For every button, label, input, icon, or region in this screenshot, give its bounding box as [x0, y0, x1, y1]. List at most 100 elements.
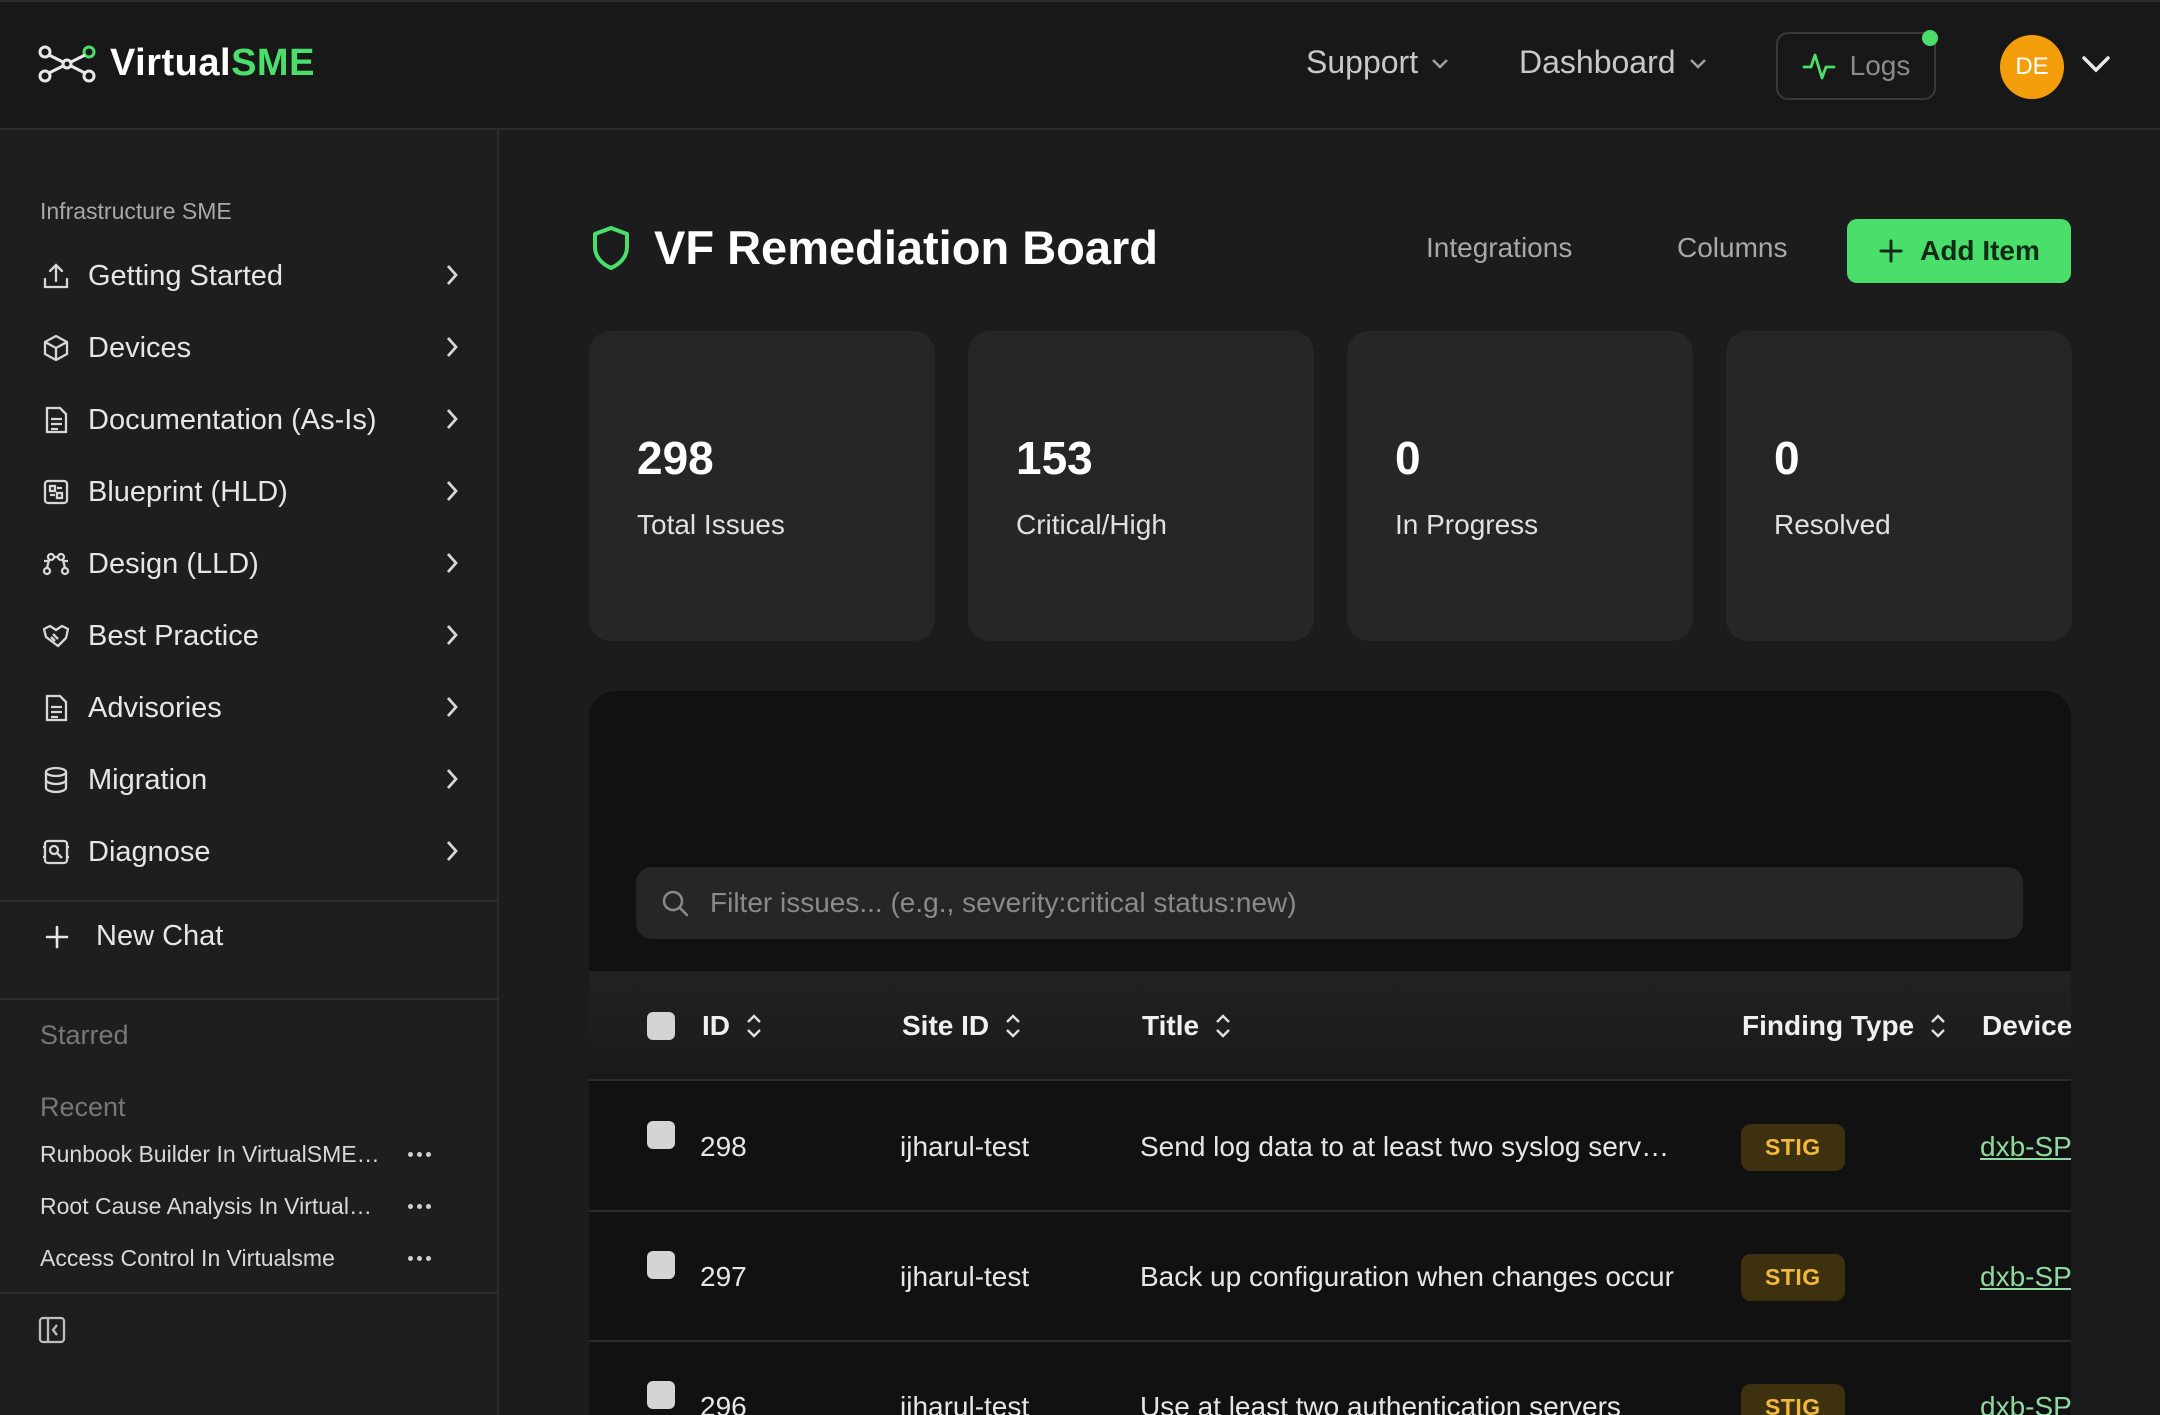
sort-icon — [747, 1014, 761, 1038]
stat-value: 0 — [1395, 432, 1421, 484]
new-chat-button[interactable]: New Chat — [44, 920, 223, 953]
columns-button[interactable]: Columns — [1677, 232, 1787, 264]
sort-icon — [1931, 1014, 1945, 1038]
sidebar-item-label: Documentation (As-Is) — [88, 403, 377, 436]
avatar[interactable]: DE — [2000, 35, 2064, 99]
recent-chat-title: Runbook Builder In VirtualSME Platform — [40, 1140, 380, 1167]
network-icon — [40, 548, 72, 580]
add-item-button[interactable]: Add Item — [1847, 219, 2071, 283]
recent-chat-item[interactable]: Runbook Builder In VirtualSME Platform — [40, 1134, 440, 1174]
column-header-site-id[interactable]: Site ID — [902, 971, 1023, 1081]
notification-dot — [1922, 30, 1938, 46]
column-label: Title — [1142, 1010, 1200, 1041]
recent-chat-title: Root Cause Analysis In VirtualSME — [40, 1192, 380, 1219]
plus-icon — [45, 925, 69, 948]
integrations-button[interactable]: Integrations — [1426, 232, 1572, 264]
support-menu[interactable]: Support — [1306, 44, 1450, 81]
search-placeholder: Filter issues... (e.g., severity:critica… — [710, 887, 1297, 918]
sort-icon — [1216, 1014, 1230, 1038]
page-header: VF Remediation Board — [590, 220, 1158, 275]
shield-icon — [593, 225, 629, 270]
page-title: VF Remediation Board — [654, 221, 1159, 274]
sidebar-item-getting-started[interactable]: Getting Started — [40, 248, 460, 304]
table-row[interactable]: 297 ijharul-test Back up configuration w… — [589, 1212, 2071, 1342]
cell-title-text: Back up configuration when changes occur — [1140, 1261, 1674, 1292]
chevron-down-icon — [1689, 58, 1706, 69]
plus-icon — [1879, 239, 1903, 263]
stat-label: In Progress — [1395, 509, 1539, 540]
diagnose-icon — [40, 836, 72, 868]
logs-button[interactable]: Logs — [1776, 30, 1938, 100]
search-input[interactable]: Filter issues... (e.g., severity:critica… — [636, 867, 2023, 939]
chevron-down-icon[interactable] — [2080, 52, 2112, 76]
dashboard-menu[interactable]: Dashboard — [1519, 44, 1708, 81]
search-icon — [662, 890, 689, 917]
column-header-id[interactable]: ID — [702, 971, 764, 1081]
add-item-label: Add Item — [1920, 235, 2040, 266]
more-options-icon[interactable] — [408, 1204, 431, 1209]
sidebar-item-best-practice[interactable]: Best Practice — [40, 608, 460, 664]
sidebar-item-design[interactable]: Design (LLD) — [40, 536, 460, 592]
sidebar-item-blueprint[interactable]: Blueprint (HLD) — [40, 464, 460, 520]
device-link[interactable]: dxb-SPI — [1980, 1131, 2071, 1163]
box-icon — [40, 332, 72, 364]
sidebar-item-devices[interactable]: Devices — [40, 320, 460, 376]
sidebar-item-label: Migration — [88, 763, 208, 796]
table-header: ID Site ID Title Finding Type Device — [589, 971, 2071, 1081]
table-row[interactable]: 296 ijharul-test Use at least two authen… — [589, 1342, 2071, 1415]
chevron-right-icon — [446, 553, 458, 573]
cell-id: 296 — [700, 1391, 747, 1415]
sidebar-item-label: Design (LLD) — [88, 547, 259, 580]
table-row[interactable]: 298 ijharul-test Send log data to at lea… — [589, 1082, 2071, 1212]
chevron-right-icon — [446, 769, 458, 789]
sidebar-item-documentation[interactable]: Documentation (As-Is) — [40, 392, 460, 448]
chevron-right-icon — [446, 697, 458, 717]
more-options-icon[interactable] — [408, 1256, 431, 1261]
row-checkbox[interactable] — [647, 1121, 675, 1149]
stat-card-critical-high: 153 Critical/High — [968, 331, 1314, 641]
logs-label: Logs — [1849, 50, 1911, 81]
sidebar-divider — [0, 900, 499, 902]
section-label: Infrastructure SME — [40, 198, 232, 224]
recent-chat-item[interactable]: Access Control In Virtualsme — [40, 1238, 440, 1278]
chevron-right-icon — [446, 625, 458, 645]
column-label: Finding Type — [1742, 1010, 1915, 1041]
sidebar-item-label: Diagnose — [88, 835, 211, 868]
cell-finding-type: STIG — [1741, 1212, 1845, 1342]
stat-card-resolved: 0 Resolved — [1726, 331, 2072, 641]
sidebar-item-label: Best Practice — [88, 619, 259, 652]
logo[interactable]: VirtualSME — [38, 42, 315, 85]
sidebar-item-label: Devices — [88, 331, 192, 364]
sidebar-divider — [0, 1292, 499, 1294]
recent-heading: Recent — [40, 1092, 126, 1122]
device-link[interactable]: dxb-SPI — [1980, 1391, 2071, 1415]
column-header-title[interactable]: Title — [1142, 971, 1233, 1081]
more-options-icon[interactable] — [408, 1152, 431, 1157]
cell-device: dxb-SPI — [1980, 1212, 2071, 1342]
row-checkbox[interactable] — [647, 1381, 675, 1409]
collapse-sidebar-icon[interactable] — [38, 1315, 66, 1345]
sidebar-item-advisories[interactable]: Advisories — [40, 680, 460, 736]
column-label: ID — [702, 1010, 730, 1041]
cell-device: dxb-SPI — [1980, 1082, 2071, 1212]
stat-card-total-issues: 298 Total Issues — [589, 331, 935, 641]
device-link[interactable]: dxb-SPI — [1980, 1261, 2071, 1293]
stat-label: Resolved — [1774, 509, 1891, 540]
blueprint-icon — [40, 476, 72, 508]
sidebar: Infrastructure SME Getting Started Devic… — [0, 130, 499, 1415]
select-all-checkbox[interactable] — [647, 1012, 675, 1040]
sidebar-item-migration[interactable]: Migration — [40, 752, 460, 808]
cell-title: Use at least two authentication servers — [1140, 1342, 1680, 1415]
finding-type-badge: STIG — [1741, 1123, 1845, 1171]
column-label: Device — [1982, 1010, 2071, 1041]
row-checkbox[interactable] — [647, 1251, 675, 1279]
column-header-device[interactable]: Device — [1982, 971, 2071, 1081]
issues-table-panel: Filter issues... (e.g., severity:critica… — [589, 691, 2071, 1415]
recent-chat-item[interactable]: Root Cause Analysis In VirtualSME — [40, 1186, 440, 1226]
column-header-finding-type[interactable]: Finding Type — [1742, 971, 1948, 1081]
chevron-right-icon — [446, 337, 458, 357]
sidebar-item-diagnose[interactable]: Diagnose — [40, 824, 460, 880]
activity-icon — [1802, 53, 1836, 80]
starred-heading: Starred — [40, 1020, 129, 1050]
stat-label: Critical/High — [1016, 509, 1167, 540]
